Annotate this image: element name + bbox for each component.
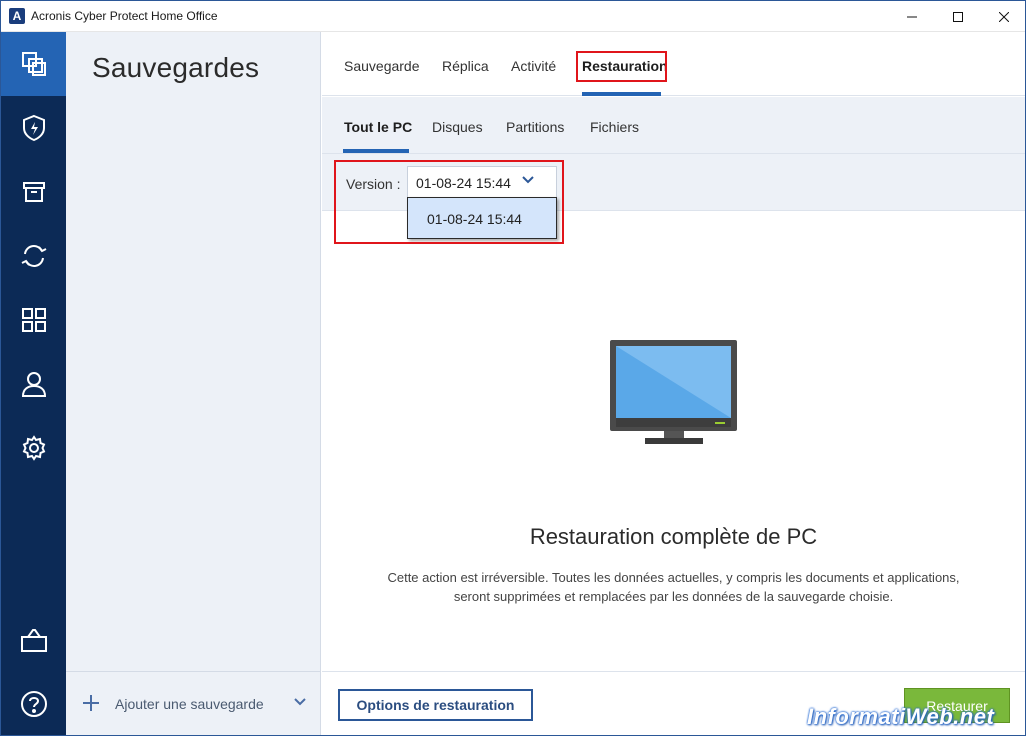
app-window: A Acronis Cyber Protect Home Office Sauv… (0, 0, 1026, 736)
highlight-box-version (334, 160, 564, 244)
subtab-fichiers[interactable]: Fichiers (590, 119, 639, 135)
restore-options-button[interactable]: Options de restauration (338, 689, 533, 721)
sub-divider (322, 153, 1025, 154)
rail-item-backups[interactable] (1, 32, 66, 96)
rail-item-protection[interactable] (1, 96, 66, 160)
watermark-text: InformatiWeb.net (807, 704, 995, 729)
gear-icon (22, 435, 45, 461)
close-icon (999, 11, 1009, 22)
restore-title: Restauration complète de PC (529, 524, 818, 549)
subtab-tout-le-pc[interactable]: Tout le PC (344, 119, 412, 135)
backup-copies-icon (21, 52, 46, 76)
subtab-disques[interactable]: Disques (432, 119, 483, 135)
dashboard-grid-icon (21, 308, 46, 332)
top-tab-bar: Sauvegarde Réplica Activité Restauration (322, 32, 1025, 96)
nav-rail (1, 32, 66, 735)
acronis-logo-icon: A (9, 8, 25, 24)
main-content: Sauvegarde Réplica Activité Restauration… (322, 32, 1025, 735)
shop-bag-icon (20, 629, 47, 652)
rail-item-settings[interactable] (1, 416, 66, 480)
minimize-button[interactable] (889, 1, 935, 32)
chevron-down-icon[interactable] (294, 698, 306, 706)
tab-activite[interactable]: Activité (511, 58, 556, 74)
active-tab-indicator (582, 92, 661, 96)
rail-item-dashboard[interactable] (1, 288, 66, 352)
title-bar: A Acronis Cyber Protect Home Office (1, 1, 1025, 32)
rail-item-archive[interactable] (1, 160, 66, 224)
archive-icon (22, 182, 45, 202)
minimize-icon (907, 16, 917, 17)
tab-replica[interactable]: Réplica (442, 58, 489, 74)
add-backup-label: Ajouter une sauvegarde (115, 696, 264, 712)
rail-item-account[interactable] (1, 352, 66, 416)
maximize-button[interactable] (935, 1, 981, 32)
help-icon (20, 691, 47, 717)
shield-icon (22, 114, 45, 142)
page-title: Sauvegardes (92, 52, 260, 83)
rail-item-sync[interactable] (1, 224, 66, 288)
window-title: Acronis Cyber Protect Home Office (31, 9, 218, 23)
plus-icon (83, 695, 99, 711)
close-button[interactable] (981, 1, 1025, 32)
add-backup-button[interactable]: Ajouter une sauvegarde (66, 671, 321, 735)
rail-item-help[interactable] (1, 672, 66, 735)
monitor-illustration (610, 340, 737, 444)
maximize-icon (953, 11, 963, 22)
sync-icon (21, 245, 46, 267)
restore-description: Cette action est irréversible. Toutes le… (387, 570, 960, 604)
rail-item-shop[interactable] (1, 608, 66, 672)
tab-sauvegarde[interactable]: Sauvegarde (344, 58, 420, 74)
subtab-partitions[interactable]: Partitions (506, 119, 564, 135)
sidebar: Sauvegardes Ajouter une sauvegarde (66, 32, 321, 735)
account-icon (21, 372, 46, 397)
highlight-box-tab (576, 51, 667, 82)
